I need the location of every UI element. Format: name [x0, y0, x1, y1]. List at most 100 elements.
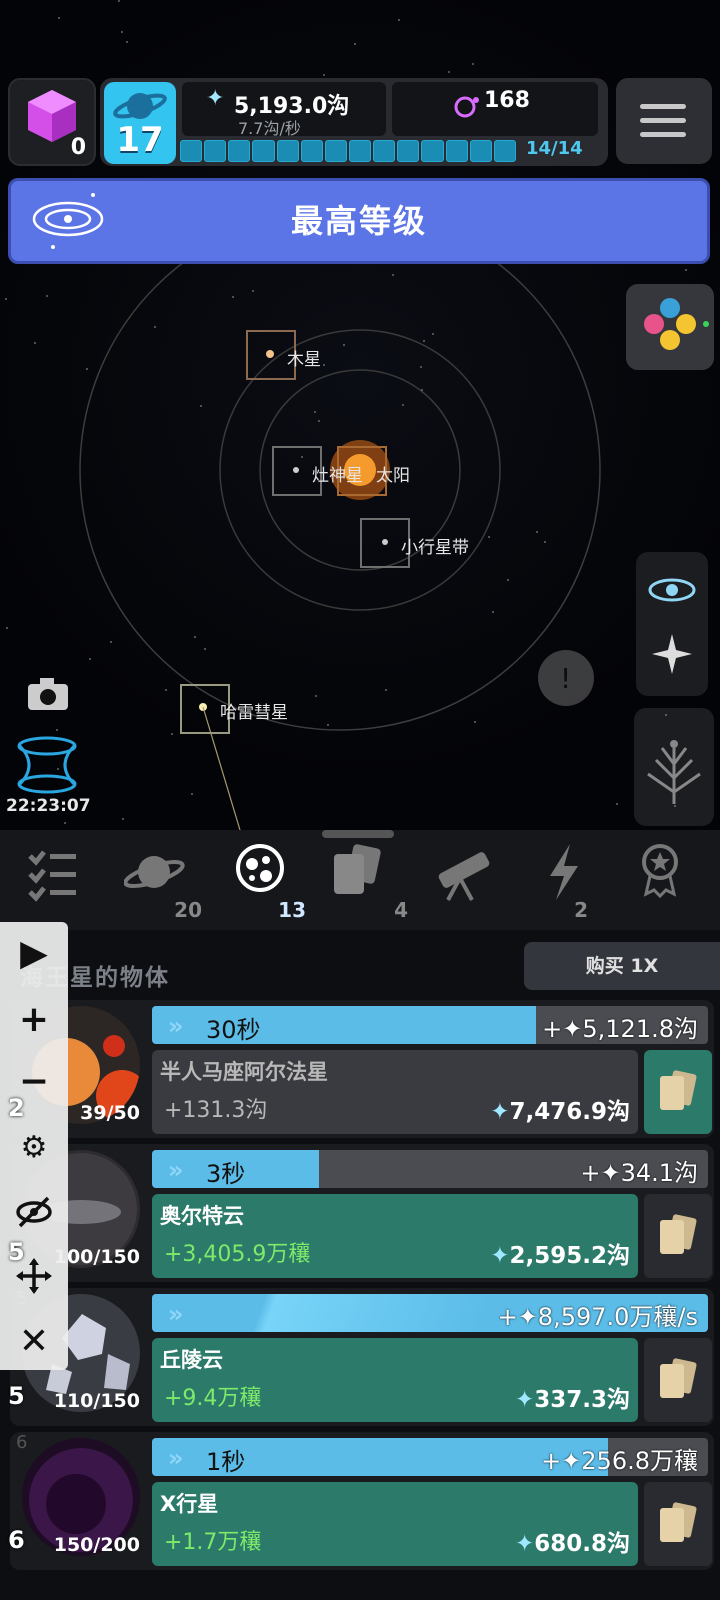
- progress-label: 14/14: [526, 138, 583, 159]
- background-star: [432, 333, 434, 335]
- tab-tasks[interactable]: [24, 842, 94, 922]
- progress-segment: [228, 140, 251, 162]
- overlay-number: 6: [8, 1526, 25, 1554]
- cards-icon: [660, 1358, 697, 1398]
- map-label-vesta[interactable]: 灶神星: [312, 461, 363, 486]
- cards-icon: [660, 1070, 697, 1110]
- purchase-card[interactable]: 丘陵云 +9.4万穰 ✦337.3沟: [152, 1338, 638, 1422]
- skill-tree-button[interactable]: [634, 708, 714, 826]
- medal-icon: [642, 844, 678, 899]
- background-star: [122, 818, 124, 820]
- map-label-halley[interactable]: 哈雷彗星: [220, 698, 288, 723]
- tab-count: 13: [278, 898, 306, 922]
- background-star: [34, 342, 36, 344]
- progress-segment: [252, 140, 275, 162]
- background-star: [46, 295, 48, 297]
- map-label-asteroid-belt[interactable]: 小行星带: [401, 533, 469, 558]
- drag-handle[interactable]: [322, 830, 394, 838]
- background-star: [472, 63, 474, 65]
- progress-segment: [276, 140, 299, 162]
- star-view-icon[interactable]: [652, 634, 692, 674]
- tree-icon: [647, 740, 701, 804]
- max-level-banner[interactable]: 最高等级: [8, 178, 710, 264]
- background-star: [323, 74, 325, 76]
- background-star: [544, 541, 546, 543]
- level-badge[interactable]: 17: [104, 82, 176, 164]
- card-upgrade-button[interactable]: [644, 1482, 712, 1566]
- card-upgrade-button[interactable]: [644, 1194, 712, 1278]
- play-icon[interactable]: ▶: [14, 934, 54, 974]
- overlay-number: 5: [8, 1382, 25, 1410]
- eye-hidden-icon[interactable]: [14, 1192, 54, 1232]
- orbit-view-icon[interactable]: [648, 578, 696, 602]
- cycle-gain: +✦256.8万穰: [541, 1447, 698, 1475]
- income-increase: +1.7万穰: [164, 1530, 262, 1555]
- menu-button[interactable]: [616, 78, 712, 164]
- camera-icon[interactable]: [26, 676, 70, 712]
- cycle-time: 3秒: [206, 1160, 246, 1188]
- background-star: [200, 405, 202, 407]
- palette-button[interactable]: [626, 284, 714, 370]
- plus-icon[interactable]: +: [14, 1000, 54, 1040]
- gem-panel[interactable]: 168: [392, 82, 598, 136]
- list-item: 39/50 » 30秒 +✦5,121.8沟 半人马座阿尔法星 +131.3沟 …: [0, 1000, 720, 1142]
- cube-count: 0: [70, 135, 86, 160]
- tab-achievements[interactable]: [640, 842, 710, 922]
- background-star: [252, 290, 254, 292]
- background-star: [6, 627, 8, 629]
- card-upgrade-button[interactable]: [644, 1050, 712, 1134]
- progress-segment: [421, 140, 444, 162]
- checklist-icon: [28, 850, 76, 902]
- macro-toolbar: ▶ + − ⚙ ✕: [0, 922, 68, 1370]
- background-star: [110, 641, 112, 643]
- cube-button[interactable]: 0: [8, 78, 96, 166]
- compass-icon[interactable]: !: [538, 650, 594, 706]
- progress-segment: [180, 140, 203, 162]
- sparkle-icon: ✦: [206, 86, 225, 111]
- list-item: 100/150 » 3秒 +✦34.1沟 奥尔特云 +3,405.9万穰 ✦2,…: [0, 1144, 720, 1286]
- background-star: [301, 456, 303, 458]
- background-star: [685, 269, 687, 271]
- background-star: [448, 71, 450, 73]
- tab-count: 2: [574, 898, 588, 922]
- purchase-cost: ✦7,476.9沟: [490, 1099, 630, 1125]
- view-toggle-panel: [636, 552, 708, 696]
- background-star: [507, 579, 509, 581]
- palette-icon: [644, 298, 709, 350]
- background-star: [191, 793, 193, 795]
- card-upgrade-button[interactable]: [644, 1338, 712, 1422]
- stardust-panel[interactable]: ✦ 5,193.0沟 7.7沟/秒: [182, 82, 386, 138]
- cards-icon: [660, 1502, 697, 1542]
- object-name: 奥尔特云: [160, 1204, 244, 1228]
- progress-segment: [469, 140, 492, 162]
- map-label-sun[interactable]: 太阳: [376, 461, 410, 486]
- level-number: 17: [116, 120, 164, 160]
- owned-count: 110/150: [53, 1390, 140, 1412]
- background-star: [126, 41, 128, 43]
- tab-planets[interactable]: 20: [123, 842, 202, 922]
- wormhole-icon[interactable]: [14, 736, 80, 794]
- background-star: [315, 695, 317, 697]
- purchase-card[interactable]: 奥尔特云 +3,405.9万穰 ✦2,595.2沟: [152, 1194, 638, 1278]
- background-star: [58, 17, 60, 19]
- close-icon[interactable]: ✕: [14, 1322, 54, 1362]
- purchase-card[interactable]: X行星 +1.7万穰 ✦680.8沟: [152, 1482, 638, 1566]
- map-label-jupiter[interactable]: 木星: [287, 345, 321, 370]
- purchase-card[interactable]: 半人马座阿尔法星 +131.3沟 ✦7,476.9沟: [152, 1050, 638, 1134]
- cards-icon: [334, 844, 381, 894]
- tab-telescope[interactable]: [430, 842, 500, 922]
- background-star: [204, 648, 206, 650]
- background-star: [171, 733, 173, 735]
- progress-segment: [300, 140, 323, 162]
- tab-objects[interactable]: 13: [232, 842, 306, 922]
- background-star: [57, 768, 59, 770]
- background-star: [398, 19, 400, 21]
- background-star: [121, 31, 123, 33]
- list-item: 6 150/200 » 1秒 +✦256.8万穰 X行星 +1.7万穰 ✦680…: [0, 1432, 720, 1574]
- production-progress: » 30秒 +✦5,121.8沟: [152, 1006, 708, 1044]
- background-star: [392, 274, 394, 276]
- gear-icon[interactable]: ⚙: [14, 1128, 54, 1168]
- buy-multiplier-button[interactable]: 购买 1X: [524, 942, 720, 990]
- tab-cards[interactable]: 4: [332, 842, 408, 922]
- tab-boosts[interactable]: 2: [544, 842, 614, 922]
